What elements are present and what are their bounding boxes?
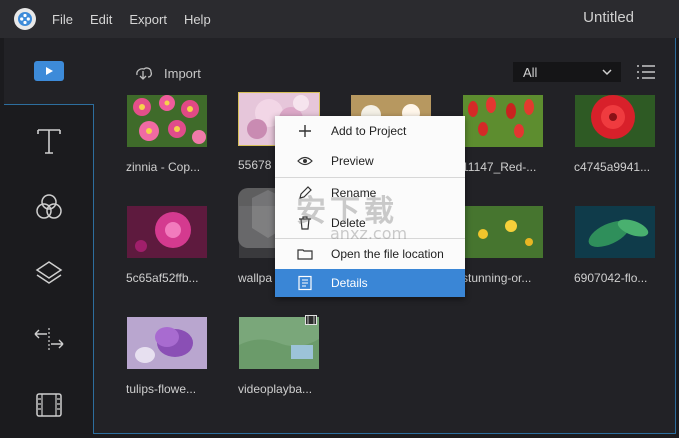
- sidebar: [4, 38, 94, 434]
- video-badge-icon: [305, 315, 317, 325]
- media-thumbnail[interactable]: [574, 205, 656, 259]
- media-thumbnail[interactable]: [462, 205, 544, 259]
- title-bar: File Edit Export Help Untitled: [0, 0, 679, 38]
- menu-file[interactable]: File: [52, 12, 73, 27]
- eye-icon: [297, 156, 313, 166]
- filter-select[interactable]: All: [513, 62, 621, 82]
- ctx-add-to-project[interactable]: Add to Project: [275, 116, 465, 146]
- ctx-preview[interactable]: Preview: [275, 146, 465, 176]
- plus-icon: [299, 125, 311, 137]
- menu-bar: File Edit Export Help: [52, 0, 228, 38]
- folder-icon: [297, 249, 313, 260]
- sidebar-item-overlays[interactable]: [4, 240, 94, 306]
- ctx-label: Details: [331, 276, 368, 290]
- filters-icon: [36, 194, 62, 219]
- chevron-down-icon: [602, 69, 612, 76]
- import-button[interactable]: Import: [134, 65, 201, 81]
- media-caption: stunning-or...: [462, 271, 532, 285]
- ctx-label: Open the file location: [331, 247, 444, 261]
- media-item[interactable]: 6907042-flo...: [574, 205, 656, 285]
- media-caption: 5c65af52ffb...: [126, 271, 199, 285]
- menu-help[interactable]: Help: [184, 12, 211, 27]
- media-item[interactable]: 5c65af52ffb...: [126, 205, 208, 285]
- media-thumbnail[interactable]: [574, 94, 656, 148]
- media-item[interactable]: zinnia - Cop...: [126, 94, 208, 174]
- ctx-details[interactable]: Details: [275, 269, 465, 297]
- menu-edit[interactable]: Edit: [90, 12, 112, 27]
- sidebar-item-text[interactable]: [4, 108, 94, 174]
- overlays-icon: [35, 261, 63, 284]
- app-logo-icon: [14, 8, 36, 30]
- media-caption: videoplayba...: [238, 382, 313, 396]
- media-thumbnail[interactable]: [126, 316, 208, 370]
- window-title: Untitled: [583, 9, 634, 26]
- media-icon: [34, 61, 64, 81]
- import-label: Import: [164, 65, 201, 81]
- media-caption: 11147_Red-...: [462, 160, 537, 174]
- media-item[interactable]: videoplayba...: [238, 315, 320, 396]
- filter-value: All: [523, 64, 538, 80]
- list-icon: [298, 275, 312, 291]
- text-icon: [37, 129, 61, 154]
- ctx-label: Add to Project: [331, 124, 407, 138]
- menu-export[interactable]: Export: [129, 12, 167, 27]
- ctx-open-file-location[interactable]: Open the file location: [275, 239, 465, 269]
- media-thumbnail[interactable]: [126, 205, 208, 259]
- transitions-icon: [34, 328, 64, 350]
- film-icon: [36, 393, 62, 417]
- list-view-icon[interactable]: [636, 64, 656, 80]
- media-item[interactable]: stunning-or...: [462, 205, 544, 285]
- ctx-label: Preview: [331, 154, 374, 168]
- watermark-subtext: anxz.com: [330, 224, 408, 243]
- media-thumbnail[interactable]: [462, 94, 544, 148]
- sidebar-item-elements[interactable]: [4, 372, 94, 438]
- sidebar-item-transitions[interactable]: [4, 306, 94, 372]
- media-caption: c4745a9941...: [574, 160, 651, 174]
- media-item[interactable]: c4745a9941...: [574, 94, 656, 174]
- media-thumbnail[interactable]: [238, 315, 320, 370]
- media-item[interactable]: tulips-flowe...: [126, 316, 208, 396]
- sidebar-item-media[interactable]: [4, 38, 94, 104]
- import-icon: [136, 67, 153, 80]
- media-caption: 6907042-flo...: [574, 271, 648, 285]
- media-item[interactable]: 11147_Red-...: [462, 94, 544, 174]
- media-thumbnail[interactable]: [126, 94, 208, 148]
- media-caption: zinnia - Cop...: [126, 160, 201, 174]
- sidebar-item-filters[interactable]: [4, 174, 94, 240]
- media-caption: tulips-flowe...: [126, 382, 197, 396]
